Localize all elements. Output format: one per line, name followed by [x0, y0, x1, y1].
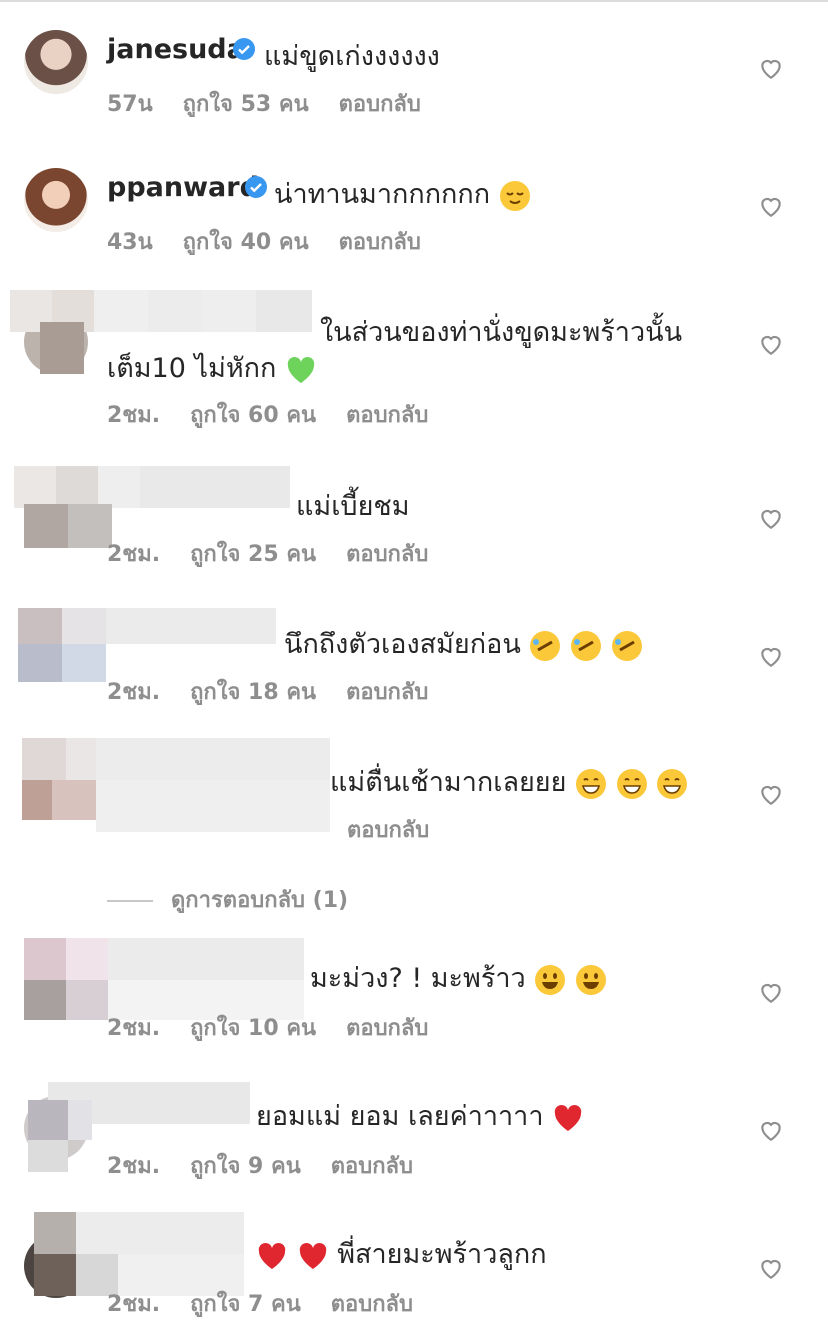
like-heart-icon[interactable]: [758, 781, 784, 807]
comment-text-body: นึกถึงตัวเองสมัยก่อน: [284, 629, 521, 660]
comment-text: น่าทานมากกกกกก: [274, 172, 531, 215]
comment-meta: 2ชม. ถูกใจ 18 คน ตอบกลับ: [107, 674, 458, 709]
rofl-emoji-icon: [530, 630, 561, 661]
comment-text: พี่สายมะพร้าวลูกก: [256, 1232, 547, 1275]
relieved-emoji-icon: [499, 180, 530, 211]
verified-icon: [233, 38, 255, 60]
reply-button[interactable]: ตอบกลับ: [331, 1292, 413, 1317]
comment-meta: 2ชม. ถูกใจ 10 คน ตอบกลับ: [107, 1010, 458, 1045]
comment-text-body: พี่สายมะพร้าวลูกก: [337, 1239, 547, 1270]
reply-button[interactable]: ตอบกลับ: [346, 1016, 428, 1041]
comment-time: 2ชม.: [107, 542, 161, 567]
reply-button[interactable]: ตอบกลับ: [331, 1154, 413, 1179]
reply-button[interactable]: ตอบกลับ: [339, 230, 421, 255]
comment-time: 2ชม.: [107, 403, 161, 428]
top-divider: [0, 0, 828, 2]
reply-button[interactable]: ตอบกลับ: [346, 403, 428, 428]
comment-text: แม่ตื่นเช้ามากเลยยย: [330, 760, 688, 803]
like-heart-icon[interactable]: [758, 1117, 784, 1143]
comment-text: แม่ขูดเก่งงงงงง: [264, 41, 440, 72]
grin-emoji-icon: [657, 768, 688, 799]
like-heart-icon[interactable]: [758, 193, 784, 219]
comment-time: 43น: [107, 230, 153, 255]
pixelated-username: [34, 1212, 244, 1296]
red-heart-emoji-icon: [258, 1242, 286, 1269]
likes-count[interactable]: ถูกใจ 9 คน: [190, 1154, 301, 1179]
comment-time: 2ชม.: [107, 1292, 161, 1317]
comment-meta: 2ชม. ถูกใจ 9 คน ตอบกลับ: [107, 1148, 443, 1183]
pixelated-username: [22, 738, 330, 832]
smiley-emoji-icon: [535, 964, 566, 995]
like-heart-icon[interactable]: [758, 505, 784, 531]
comment-text: เต็ม10 ไม่หักก: [107, 346, 317, 389]
red-heart-emoji-icon: [554, 1104, 582, 1131]
reply-button[interactable]: ตอบกลับ: [346, 542, 428, 567]
comment-text: ยอมแม่ ยอม เลยค่าาาาา: [256, 1094, 584, 1137]
like-heart-icon[interactable]: [758, 643, 784, 669]
green-heart-emoji-icon: [287, 356, 315, 383]
username[interactable]: janesuda: [107, 34, 245, 65]
comment-meta: 2ชม. ถูกใจ 60 คน ตอบกลับ: [107, 397, 458, 432]
likes-count[interactable]: ถูกใจ 10 คน: [190, 1016, 316, 1041]
grin-emoji-icon: [576, 768, 607, 799]
comment-time: 2ชม.: [107, 1154, 161, 1179]
comment-meta: 43น ถูกใจ 40 คน ตอบกลับ: [107, 224, 451, 259]
like-heart-icon[interactable]: [758, 979, 784, 1005]
like-heart-icon[interactable]: [758, 55, 784, 81]
username[interactable]: ppanward: [107, 172, 259, 203]
comment-time: 2ชม.: [107, 1016, 161, 1041]
like-heart-icon[interactable]: [758, 331, 784, 357]
comment-text-body: น่าทานมากกกกกก: [274, 179, 491, 210]
comment-meta: 57น ถูกใจ 53 คน ตอบกลับ: [107, 86, 451, 121]
likes-count[interactable]: ถูกใจ 18 คน: [190, 680, 316, 705]
avatar[interactable]: [24, 168, 88, 232]
comment-text: ในส่วนของท่านั่งขูดมะพร้าวนั้น: [320, 317, 683, 348]
verified-icon: [245, 176, 267, 198]
smiley-emoji-icon: [575, 964, 606, 995]
pixelated-username: [18, 608, 276, 682]
likes-count[interactable]: ถูกใจ 60 คน: [190, 403, 316, 428]
comment-time: 57น: [107, 92, 153, 117]
comment-text: มะม่วง? ! มะพร้าว: [310, 956, 607, 999]
comment-meta: 2ชม. ถูกใจ 7 คน ตอบกลับ: [107, 1286, 443, 1321]
red-heart-emoji-icon: [299, 1242, 326, 1269]
like-heart-icon[interactable]: [758, 1255, 784, 1281]
comment-text-body: มะม่วง? ! มะพร้าว: [310, 963, 526, 994]
view-replies-button[interactable]: ดูการตอบกลับ (1): [107, 882, 348, 917]
rofl-emoji-icon: [570, 630, 601, 661]
comment-text: นึกถึงตัวเองสมัยก่อน: [284, 622, 643, 665]
comment-text: แม่เบี้ยชม: [296, 491, 410, 522]
view-replies-dash: [107, 900, 153, 902]
comment-text-body: ยอมแม่ ยอม เลยค่าาาาา: [256, 1101, 544, 1132]
comment-text-line2: เต็ม10 ไม่หักก: [107, 353, 277, 384]
reply-button[interactable]: ตอบกลับ: [346, 680, 428, 705]
likes-count[interactable]: ถูกใจ 53 คน: [183, 92, 309, 117]
reply-button[interactable]: ตอบกลับ: [339, 92, 421, 117]
likes-count[interactable]: ถูกใจ 40 คน: [183, 230, 309, 255]
likes-count[interactable]: ถูกใจ 25 คน: [190, 542, 316, 567]
comment-text-body: แม่ตื่นเช้ามากเลยยย: [330, 767, 567, 798]
comment-meta: 2ชม. ถูกใจ 25 คน ตอบกลับ: [107, 536, 458, 571]
view-replies-label: ดูการตอบกลับ (1): [171, 888, 349, 913]
comment-meta: ตอบกลับ: [347, 812, 459, 847]
likes-count[interactable]: ถูกใจ 7 คน: [190, 1292, 301, 1317]
avatar[interactable]: [24, 30, 88, 94]
comment-time: 2ชม.: [107, 680, 161, 705]
grin-emoji-icon: [616, 768, 647, 799]
rofl-emoji-icon: [611, 630, 642, 661]
reply-button[interactable]: ตอบกลับ: [347, 818, 429, 843]
